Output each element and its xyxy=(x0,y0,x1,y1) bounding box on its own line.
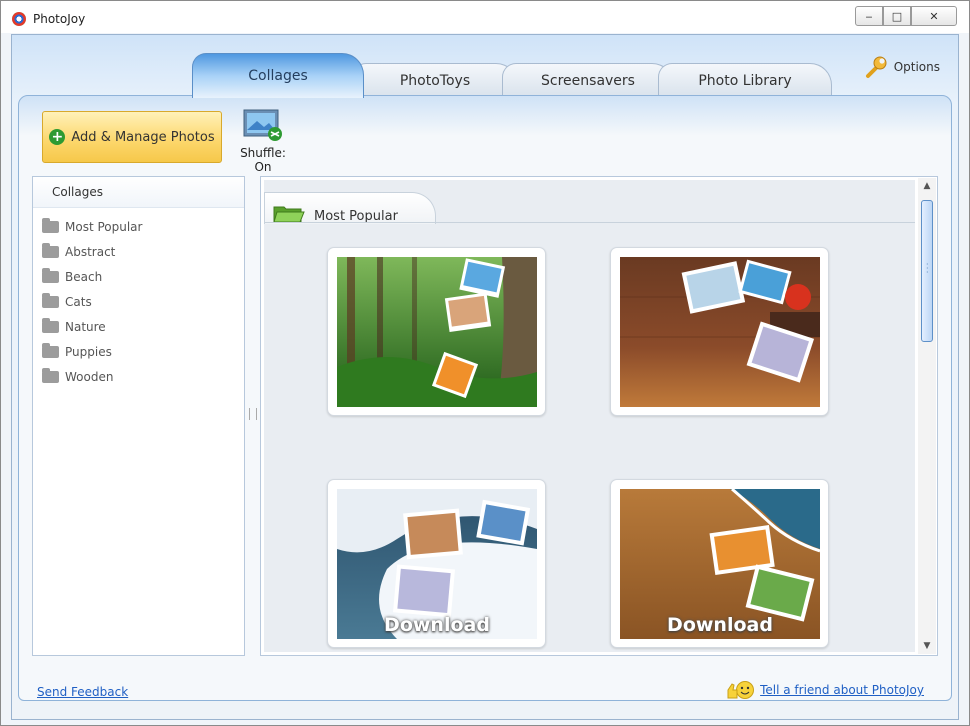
gallery-content: Most Popular Download Download xyxy=(264,180,915,652)
tab-bar: Collages PhotoToys Screensavers Photo Li… xyxy=(192,53,872,98)
category-label: Puppies xyxy=(65,344,112,359)
category-label: Nature xyxy=(65,319,106,334)
app-window: PhotoJoy ‒ □ ✕ Collages PhotoToys Screen… xyxy=(0,0,970,726)
section-tab: Most Popular xyxy=(264,192,436,224)
folder-icon xyxy=(42,217,59,233)
tab-collages[interactable]: Collages xyxy=(192,53,364,98)
category-list-header: Collages xyxy=(33,177,244,208)
category-nature[interactable]: Nature xyxy=(33,314,244,339)
close-button[interactable]: ✕ xyxy=(911,6,957,26)
forest-collage-thumbnail xyxy=(337,257,537,407)
collage-card-beach[interactable]: Download xyxy=(610,479,829,648)
category-label: Most Popular xyxy=(65,219,143,234)
category-wooden[interactable]: Wooden xyxy=(33,364,244,389)
maximize-button[interactable]: □ xyxy=(883,6,911,26)
scrollbar-thumb[interactable]: · · · xyxy=(921,200,933,342)
window-title: PhotoJoy xyxy=(33,12,86,26)
beach-collage-thumbnail: Download xyxy=(620,489,820,639)
window-controls: ‒ □ ✕ xyxy=(855,6,957,26)
tab-phototoys[interactable]: PhotoToys xyxy=(352,63,518,98)
main-frame: Collages PhotoToys Screensavers Photo Li… xyxy=(11,34,959,720)
tab-screensavers[interactable]: Screensavers xyxy=(502,63,674,98)
folder-icon xyxy=(42,267,59,283)
shuffle-toggle[interactable]: Shuffle: On xyxy=(232,108,294,174)
shuffle-icon xyxy=(242,108,284,142)
add-manage-photos-label: Add & Manage Photos xyxy=(71,129,215,145)
scrollbar-grip-icon: · · · xyxy=(926,260,929,277)
collage-card-forest[interactable] xyxy=(327,247,546,416)
folder-icon xyxy=(42,367,59,383)
category-label: Cats xyxy=(65,294,92,309)
wrench-icon xyxy=(864,55,888,79)
category-puppies[interactable]: Puppies xyxy=(33,339,244,364)
options-label: Options xyxy=(893,60,940,74)
folder-icon xyxy=(42,342,59,358)
folder-icon xyxy=(42,292,59,308)
collage-card-wooden[interactable] xyxy=(610,247,829,416)
plus-icon: + xyxy=(49,129,66,145)
minimize-button[interactable]: ‒ xyxy=(855,6,883,26)
scroll-down-arrow-icon[interactable]: ▼ xyxy=(918,638,936,654)
download-overlay: Download xyxy=(384,614,490,636)
shuffle-label: Shuffle: On xyxy=(240,146,286,174)
category-beach[interactable]: Beach xyxy=(33,264,244,289)
photojoy-logo-icon xyxy=(12,12,26,26)
collage-category-list: Collages Most Popular Abstract Beach Cat… xyxy=(32,176,245,656)
download-overlay: Download xyxy=(667,614,773,636)
category-most-popular[interactable]: Most Popular xyxy=(33,214,244,239)
send-feedback-link[interactable]: Send Feedback xyxy=(37,685,128,699)
category-abstract[interactable]: Abstract xyxy=(33,239,244,264)
section-divider xyxy=(264,222,915,223)
tell-a-friend-link[interactable]: Tell a friend about PhotoJoy xyxy=(726,680,924,700)
add-manage-photos-button[interactable]: + Add & Manage Photos xyxy=(42,111,222,163)
vertical-scrollbar[interactable]: ▲ · · · ▼ xyxy=(918,178,936,654)
scroll-up-arrow-icon[interactable]: ▲ xyxy=(918,178,936,194)
title-bar: PhotoJoy ‒ □ ✕ xyxy=(1,1,969,33)
options-button[interactable]: Options xyxy=(864,55,940,79)
splitter-handle[interactable] xyxy=(249,408,257,420)
collage-card-snow[interactable]: Download xyxy=(327,479,546,648)
category-cats[interactable]: Cats xyxy=(33,289,244,314)
collages-panel: + Add & Manage Photos Shuffle: On Collag… xyxy=(18,95,952,701)
folder-icon xyxy=(42,317,59,333)
category-label: Abstract xyxy=(65,244,116,259)
tell-a-friend-label: Tell a friend about PhotoJoy xyxy=(760,683,924,697)
smiley-thumbs-up-icon xyxy=(726,680,755,700)
wooden-collage-thumbnail xyxy=(620,257,820,407)
folder-icon xyxy=(42,242,59,258)
category-label: Wooden xyxy=(65,369,114,384)
tab-photo-library[interactable]: Photo Library xyxy=(658,63,832,98)
category-label: Beach xyxy=(65,269,103,284)
collage-gallery: Most Popular Download Download ▲ · · · ▼ xyxy=(260,176,938,656)
open-folder-icon xyxy=(273,204,305,223)
snow-collage-thumbnail: Download xyxy=(337,489,537,639)
